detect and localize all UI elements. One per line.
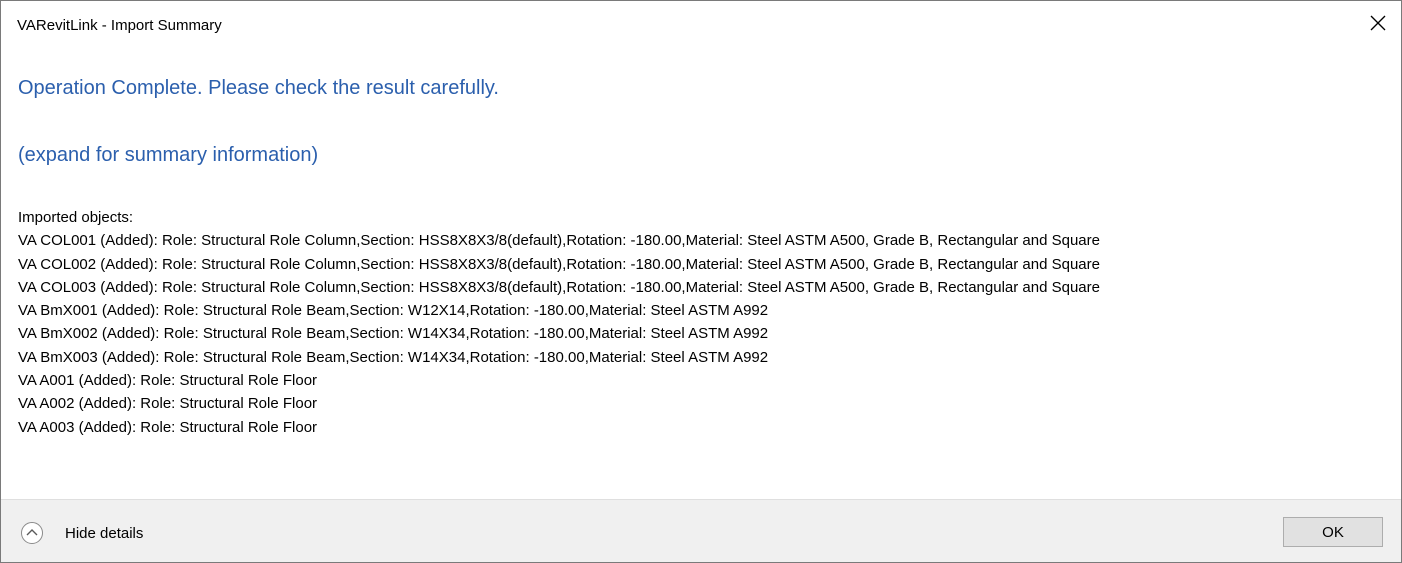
close-button[interactable]: [1355, 1, 1401, 47]
hide-details-toggle[interactable]: Hide details: [21, 520, 143, 546]
title-bar: VARevitLink - Import Summary: [1, 1, 1401, 47]
dialog-footer: Hide details OK: [1, 499, 1401, 562]
details-text: Imported objects: VA COL001 (Added): Rol…: [18, 206, 1100, 439]
ok-button[interactable]: OK: [1283, 517, 1383, 547]
detail-line: VA BmX002 (Added): Role: Structural Role…: [18, 325, 769, 343]
detail-line: VA A002 (Added): Role: Structural Role F…: [18, 395, 318, 413]
chevron-up-icon: [21, 522, 43, 544]
detail-line: VA BmX003 (Added): Role: Structural Role…: [18, 348, 769, 366]
main-instruction: Operation Complete. Please check the res…: [18, 77, 499, 99]
import-summary-dialog: VARevitLink - Import Summary Operation C…: [0, 0, 1402, 563]
close-icon: [1370, 15, 1386, 31]
detail-line: VA COL001 (Added): Role: Structural Role…: [18, 232, 1100, 250]
detail-line: VA COL002 (Added): Role: Structural Role…: [18, 255, 1100, 273]
expand-summary-text: (expand for summary information): [18, 144, 319, 166]
detail-line: VA COL003 (Added): Role: Structural Role…: [18, 278, 1100, 296]
hide-details-label: Hide details: [65, 524, 144, 542]
detail-line: VA BmX001 (Added): Role: Structural Role…: [18, 302, 769, 320]
detail-line: VA A003 (Added): Role: Structural Role F…: [18, 418, 318, 436]
detail-line: VA A001 (Added): Role: Structural Role F…: [18, 372, 318, 390]
window-title: VARevitLink - Import Summary: [17, 17, 222, 34]
details-header: Imported objects:: [18, 209, 134, 226]
